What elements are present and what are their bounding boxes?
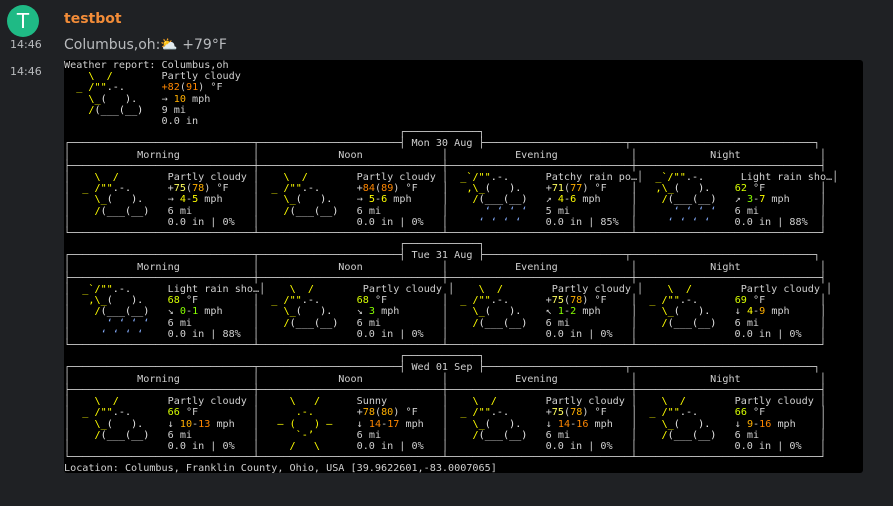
summary-temp: +79°F xyxy=(182,37,227,53)
partly-cloudy-icon: ⛅ xyxy=(160,37,178,53)
message-timestamp: 14:46 xyxy=(10,38,42,51)
username[interactable]: testbot xyxy=(64,11,122,27)
weather-report-block: Weather report: Columbus,oh \ / Partly c… xyxy=(64,60,863,475)
avatar[interactable]: T xyxy=(7,5,39,37)
weather-summary: Columbus,oh:⛅ +79°F xyxy=(64,37,227,53)
message-timestamp: 14:46 xyxy=(10,65,42,78)
summary-location: Columbus,oh: xyxy=(64,37,161,53)
weather-report-text: Weather report: Columbus,oh \ / Partly c… xyxy=(64,60,839,475)
